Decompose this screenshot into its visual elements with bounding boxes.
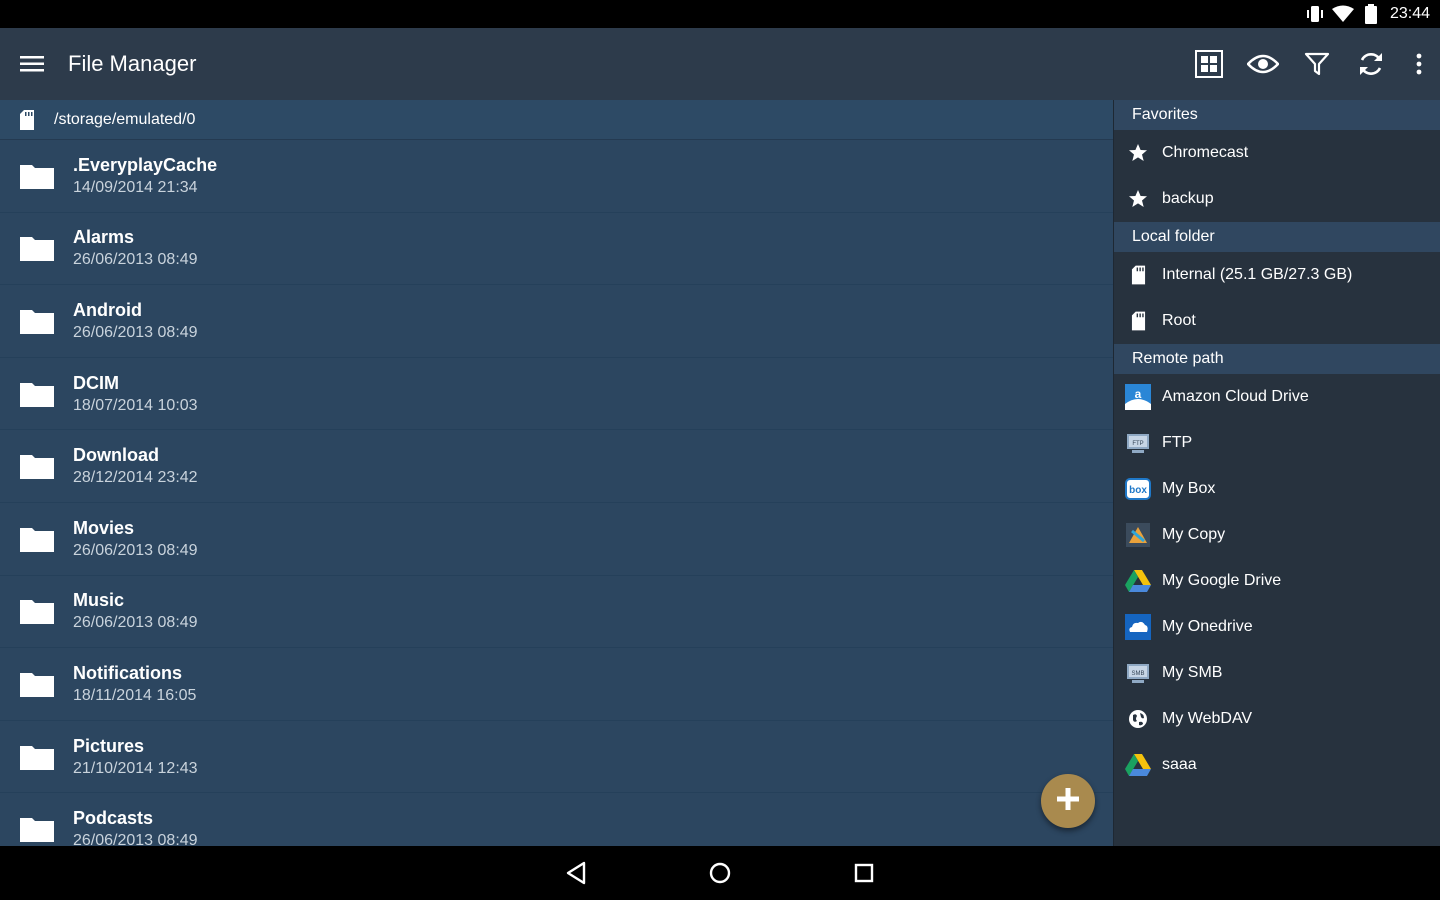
file-row[interactable]: Movies 26/06/2013 08:49 [0, 503, 1113, 576]
remote-path-header: Remote path [1114, 344, 1440, 374]
file-row[interactable]: Android 26/06/2013 08:49 [0, 285, 1113, 358]
file-row[interactable]: Pictures 21/10/2014 12:43 [0, 721, 1113, 794]
eye-icon[interactable] [1236, 28, 1290, 100]
file-name: Podcasts [73, 808, 154, 829]
amazon-cloud-drive-icon: a [1114, 384, 1162, 410]
folder-icon [0, 381, 73, 407]
battery-icon [1360, 4, 1382, 24]
file-date: 26/06/2013 08:49 [73, 832, 198, 846]
box-icon: box [1114, 478, 1162, 500]
webdav-globe-icon [1114, 709, 1162, 729]
file-date: 18/11/2014 16:05 [73, 686, 197, 704]
vibrate-icon [1304, 5, 1326, 23]
current-path: /storage/emulated/0 [54, 110, 196, 128]
file-date: 14/09/2014 21:34 [73, 178, 198, 196]
folder-icon [0, 308, 73, 334]
overflow-menu-icon[interactable] [1398, 28, 1440, 100]
file-name: Movies [73, 517, 135, 538]
remote-item-box[interactable]: box My Box [1114, 466, 1440, 512]
file-date: 28/12/2014 23:42 [73, 469, 198, 487]
home-icon[interactable] [703, 856, 737, 890]
copy-icon [1114, 523, 1162, 547]
file-row[interactable]: DCIM 18/07/2014 10:03 [0, 358, 1113, 431]
wifi-icon [1331, 5, 1354, 23]
back-icon[interactable] [559, 856, 593, 890]
remote-item-webdav[interactable]: My WebDAV [1114, 696, 1440, 742]
file-name: DCIM [73, 372, 119, 393]
remote-item-saaa[interactable]: saaa [1114, 742, 1440, 788]
file-row[interactable]: .EveryplayCache 14/09/2014 21:34 [0, 140, 1113, 213]
local-folder-header: Local folder [1114, 222, 1440, 252]
system-nav-bar [0, 846, 1440, 900]
file-date: 21/10/2014 12:43 [73, 759, 198, 777]
smb-icon: SMB [1114, 662, 1162, 684]
local-item-root[interactable]: Root [1114, 298, 1440, 344]
ftp-icon: FTP [1114, 432, 1162, 454]
sd-card-icon [1114, 265, 1162, 285]
favorites-header: Favorites [1114, 100, 1440, 130]
folder-icon [0, 744, 73, 770]
star-icon [1114, 189, 1162, 209]
svg-text:FTP: FTP [1132, 441, 1143, 447]
app-toolbar: File Manager [0, 28, 1440, 100]
file-row[interactable]: Music 26/06/2013 08:49 [0, 576, 1113, 649]
file-row[interactable]: Alarms 26/06/2013 08:49 [0, 213, 1113, 286]
remote-item-google-drive[interactable]: My Google Drive [1114, 558, 1440, 604]
path-bar[interactable]: /storage/emulated/0 [0, 100, 1113, 140]
folder-icon [0, 598, 73, 625]
file-name: Pictures [73, 735, 145, 756]
hamburger-menu-icon[interactable] [0, 28, 64, 100]
folder-icon [0, 526, 73, 552]
status-bar: 23:44 [0, 0, 1440, 28]
favorite-item-backup[interactable]: backup [1114, 176, 1440, 222]
google-drive-icon [1114, 754, 1162, 776]
sd-card-icon [0, 109, 54, 130]
file-date: 26/06/2013 08:49 [73, 614, 198, 632]
file-name: Notifications [73, 662, 183, 683]
remote-item-smb[interactable]: SMB My SMB [1114, 650, 1440, 696]
remote-item-amazon[interactable]: a Amazon Cloud Drive [1114, 374, 1440, 420]
refresh-icon[interactable] [1344, 28, 1398, 100]
folder-icon [0, 671, 73, 697]
filter-icon[interactable] [1290, 28, 1344, 100]
file-date: 26/06/2013 08:49 [73, 251, 198, 269]
file-row[interactable]: Download 28/12/2014 23:42 [0, 430, 1113, 503]
remote-item-ftp[interactable]: FTP FTP [1114, 420, 1440, 466]
recents-icon[interactable] [847, 856, 881, 890]
remote-item-copy[interactable]: My Copy [1114, 512, 1440, 558]
file-row[interactable]: Notifications 18/11/2014 16:05 [0, 648, 1113, 721]
plus-icon [1057, 787, 1079, 815]
local-item-internal[interactable]: Internal (25.1 GB/27.3 GB) [1114, 252, 1440, 298]
svg-text:a: a [1135, 387, 1142, 401]
file-date: 26/06/2013 08:49 [73, 541, 198, 559]
folder-icon [0, 163, 73, 189]
app-title: File Manager [68, 51, 197, 76]
favorite-item-chromecast[interactable]: Chromecast [1114, 130, 1440, 176]
onedrive-icon [1114, 614, 1162, 640]
folder-icon [0, 235, 73, 262]
file-name: .EveryplayCache [73, 154, 218, 175]
file-name: Alarms [73, 227, 135, 248]
side-drawer: Favorites Chromecast backup Local folder… [1113, 100, 1440, 846]
file-date: 18/07/2014 10:03 [73, 396, 198, 414]
sd-card-icon [1114, 311, 1162, 331]
file-name: Android [73, 299, 142, 320]
svg-text:box: box [1129, 485, 1147, 496]
star-icon [1114, 143, 1162, 163]
svg-text:SMB: SMB [1131, 671, 1144, 677]
file-name: Music [73, 590, 125, 611]
remote-item-onedrive[interactable]: My Onedrive [1114, 604, 1440, 650]
file-name: Download [73, 445, 159, 466]
folder-icon [0, 816, 73, 843]
file-date: 26/06/2013 08:49 [73, 323, 198, 341]
add-fab-button[interactable] [1041, 774, 1095, 828]
google-drive-icon [1114, 570, 1162, 592]
grid-view-icon[interactable] [1182, 28, 1236, 100]
file-row[interactable]: Podcasts 26/06/2013 08:49 [0, 793, 1113, 846]
folder-icon [0, 453, 73, 480]
file-list-panel: /storage/emulated/0 .EveryplayCache 14/09… [0, 100, 1113, 846]
status-clock: 23:44 [1389, 5, 1430, 22]
